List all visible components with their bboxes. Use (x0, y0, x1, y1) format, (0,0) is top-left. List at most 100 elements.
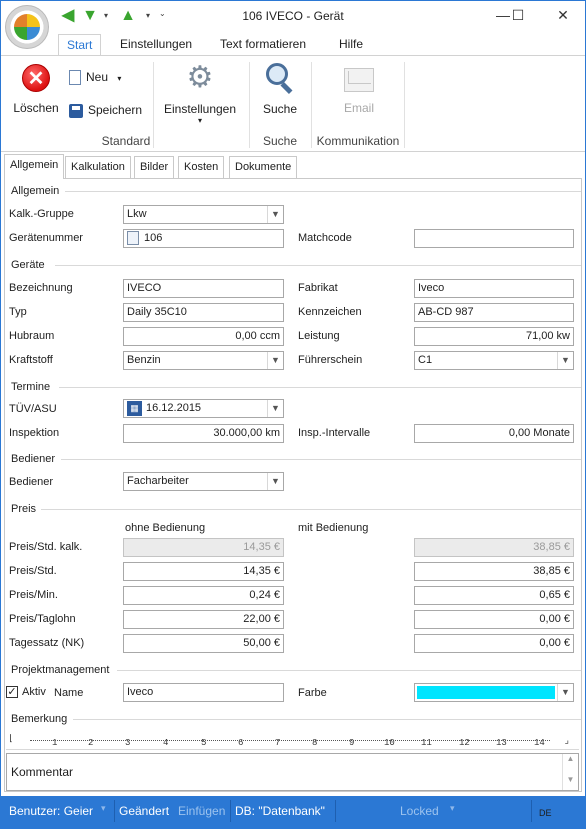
inspektion-field[interactable]: 30.000,00 km (123, 424, 284, 443)
maximize-button[interactable]: ☐ (503, 4, 533, 26)
tuev-label: TÜV/ASU (9, 403, 57, 415)
col-header-ohne-bedienung: ohne Bedienung (125, 522, 206, 534)
calendar-icon: ▦ (127, 401, 142, 416)
hubraum-field[interactable]: 0,00 ccm (123, 327, 284, 346)
bediener-select[interactable]: Facharbeiter ▼ (123, 472, 284, 491)
mail-icon (344, 68, 374, 92)
tuev-date-picker[interactable]: ▦ 16.12.2015 ▼ (123, 399, 284, 418)
chevron-down-icon[interactable]: ▾ (101, 803, 106, 814)
typ-field[interactable]: Daily 35C10 (123, 303, 284, 322)
name-field[interactable]: Iveco (123, 683, 284, 702)
app-logo-icon[interactable] (5, 5, 49, 49)
kalk-gruppe-label: Kalk.-Gruppe (9, 208, 74, 220)
settings-button[interactable]: ⚙ Einstellungen ▾ (161, 62, 239, 126)
preis-mit-field[interactable]: 38,85 € (414, 562, 574, 581)
ribbon-divider (249, 62, 250, 148)
kalk-gruppe-value: Lkw (127, 208, 147, 220)
tab-dokumente[interactable]: Dokumente (229, 156, 298, 178)
right-indent-icon: ⌟ (564, 736, 570, 746)
scroll-up-icon[interactable]: ▲ (563, 754, 578, 763)
search-button[interactable]: Suche (257, 62, 303, 116)
chevron-down-icon[interactable]: ▼ (267, 352, 283, 369)
save-button[interactable]: Speichern (69, 103, 142, 118)
kraftstoff-select[interactable]: Benzin ▼ (123, 351, 284, 370)
preis-row-label: Preis/Taglohn (9, 613, 76, 625)
new-label: Neu (86, 70, 109, 84)
status-insert: Einfügen (178, 804, 226, 818)
inspektion-label: Inspektion (9, 427, 60, 439)
status-divider (531, 800, 532, 822)
section-divider (41, 509, 581, 510)
search-icon (264, 62, 296, 95)
status-user[interactable]: Benutzer: Geier (9, 804, 93, 818)
preis-ohne-field[interactable]: 0,24 € (123, 586, 284, 605)
insp-intervalle-label: Insp.-Intervalle (298, 427, 371, 439)
leistung-label: Leistung (298, 330, 340, 342)
text-ruler[interactable]: ⌊ 1 2 3 4 5 6 7 8 9 10 11 12 13 14 ⌟ (6, 732, 579, 750)
kennzeichen-field[interactable]: AB-CD 987 (414, 303, 574, 322)
ribbon-tab-start[interactable]: Start (58, 34, 102, 55)
section-title-bemerkung: Bemerkung (11, 713, 68, 725)
chevron-down-icon[interactable]: ▼ (267, 206, 283, 223)
preis-ohne-field[interactable]: 22,00 € (123, 610, 284, 629)
tab-bilder[interactable]: Bilder (134, 156, 175, 178)
kraftstoff-value: Benzin (127, 354, 161, 366)
bemerkung-text: Kommentar (11, 765, 74, 779)
ribbon-tab-text-formatieren[interactable]: Text formatieren (212, 34, 314, 55)
scroll-down-icon[interactable]: ▼ (563, 775, 578, 784)
group-label-kommunikation: Kommunikation (316, 134, 400, 148)
fuehrerschein-select[interactable]: C1 ▼ (414, 351, 574, 370)
bediener-label: Bediener (9, 476, 54, 488)
section-divider (59, 387, 581, 388)
preis-mit-field[interactable]: 0,00 € (414, 610, 574, 629)
preis-mit-field[interactable]: 0,00 € (414, 634, 574, 653)
bezeichnung-field[interactable]: IVECO (123, 279, 284, 298)
chevron-down-icon[interactable]: ▼ (267, 400, 283, 417)
application-window: ◀ ▼ ▾ ▲ ▾ ⌄ 106 IVECO - Gerät — ☐ ✕ Star… (0, 0, 586, 829)
matchcode-field[interactable] (414, 229, 574, 248)
tab-kalkulation[interactable]: Kalkulation (65, 156, 131, 178)
section-title-geraete: Geräte (11, 259, 45, 271)
geraetenummer-field[interactable]: 106 (123, 229, 284, 248)
tuev-value: 16.12.2015 (146, 402, 202, 414)
insp-intervalle-field[interactable]: 0,00 Monate (414, 424, 574, 443)
name-label: Name (54, 687, 84, 699)
aktiv-label: Aktiv (22, 686, 46, 698)
close-button[interactable]: ✕ (548, 4, 578, 26)
hubraum-label: Hubraum (9, 330, 55, 342)
ruler-dots (30, 740, 550, 741)
preis-row-label: Preis/Std. kalk. (9, 541, 83, 553)
chevron-down-icon[interactable]: ▼ (557, 684, 573, 701)
preis-ohne-field[interactable]: 14,35 € (123, 562, 284, 581)
document-icon (127, 231, 139, 245)
kalk-gruppe-select[interactable]: Lkw ▼ (123, 205, 284, 224)
save-icon (69, 103, 83, 118)
fuehrerschein-value: C1 (418, 354, 433, 366)
section-divider (117, 670, 581, 671)
bemerkung-textarea[interactable]: Kommentar ▲ ▼ (6, 753, 579, 791)
fabrikat-field[interactable]: Iveco (414, 279, 574, 298)
typ-label: Typ (9, 306, 27, 318)
geraetenummer-value: 106 (144, 232, 163, 244)
ribbon-tab-einstellungen[interactable]: Einstellungen (112, 34, 200, 55)
ribbon-tab-hilfe[interactable]: Hilfe (331, 34, 371, 55)
email-button[interactable]: Email (331, 68, 387, 115)
preis-ohne-field[interactable]: 50,00 € (123, 634, 284, 653)
chevron-down-icon[interactable]: ▾ (450, 803, 455, 814)
chevron-down-icon[interactable]: ▼ (267, 473, 283, 490)
delete-button[interactable]: ✕ Löschen (9, 64, 63, 115)
new-button[interactable]: Neu ▾ (69, 70, 121, 86)
section-title-projektmanagement: Projektmanagement (11, 664, 110, 676)
search-label: Suche (262, 102, 298, 116)
section-divider (61, 459, 581, 460)
tab-kosten[interactable]: Kosten (178, 156, 225, 178)
preis-mit-field[interactable]: 0,65 € (414, 586, 574, 605)
ribbon-divider (404, 62, 405, 148)
leistung-field[interactable]: 71,00 kw (414, 327, 574, 346)
scrollbar[interactable]: ▲ ▼ (562, 754, 578, 790)
chevron-down-icon[interactable]: ▼ (557, 352, 573, 369)
tab-allgemein[interactable]: Allgemein (4, 154, 65, 179)
farbe-color-picker[interactable]: ▼ (414, 683, 574, 702)
aktiv-checkbox[interactable]: ✓ (6, 686, 18, 698)
status-bar: Benutzer: Geier ▾ Geändert Einfügen DB: … (1, 796, 585, 828)
